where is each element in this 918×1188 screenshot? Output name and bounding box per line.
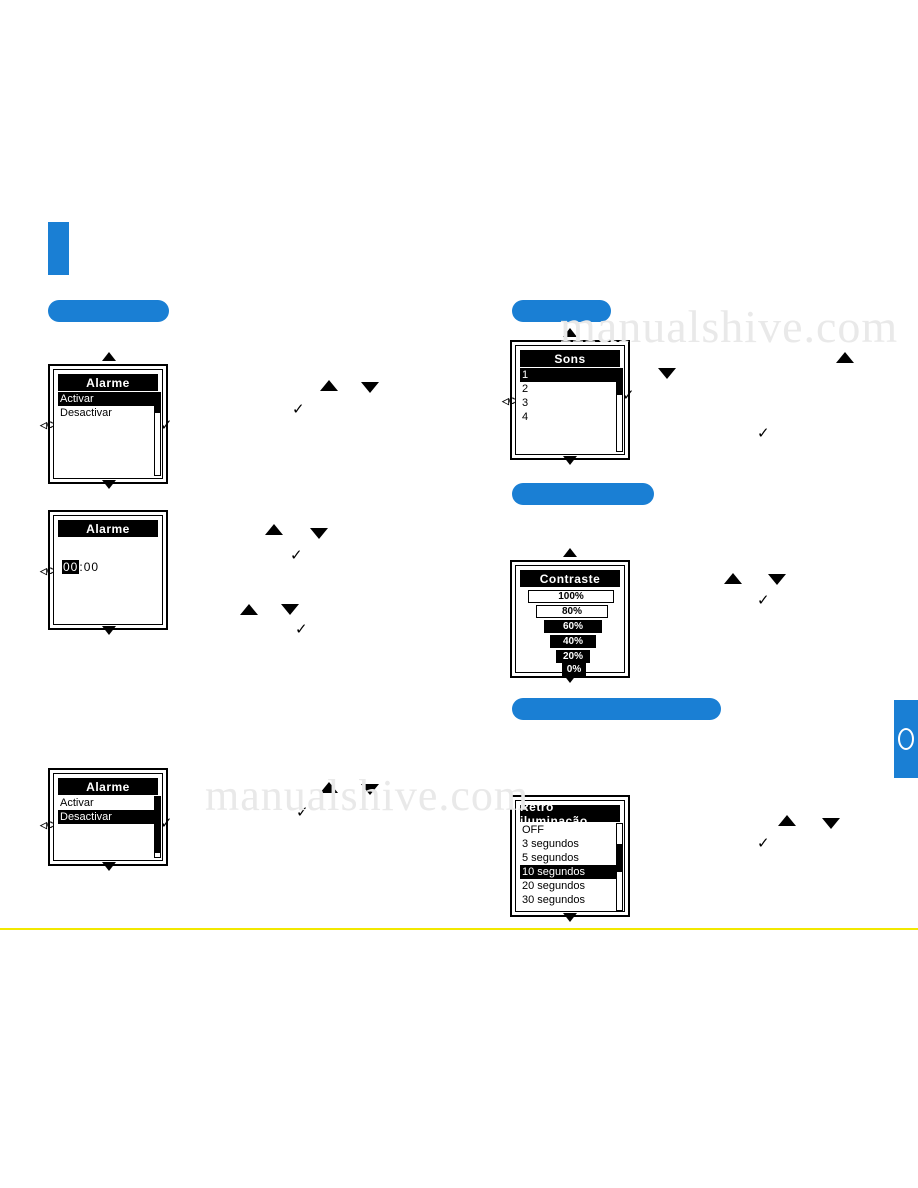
screen-list: 1 2 3 4 bbox=[520, 368, 620, 450]
screen-sounds-up-arrow bbox=[563, 328, 577, 337]
contrast-level[interactable]: 20% bbox=[556, 650, 590, 663]
screen-alarm-activate-down-arrow bbox=[102, 480, 116, 489]
check-icon-alarm-hours[interactable]: ✓ bbox=[290, 548, 303, 563]
screen-title: Alarme bbox=[58, 520, 158, 537]
screen-alarm-deactivate-down-arrow bbox=[102, 862, 116, 871]
screen-alarm-time-c-marker: ◁C bbox=[40, 566, 54, 576]
list-item[interactable]: 20 segundos bbox=[520, 879, 620, 893]
screen-alarm-activate-check-icon: ✓ bbox=[160, 417, 173, 434]
screen-sounds-check-icon: ✓ bbox=[622, 387, 635, 404]
button-up-alarm-minutes[interactable] bbox=[240, 604, 258, 615]
screen-list: OFF 3 segundos 5 segundos 10 segundos 20… bbox=[520, 823, 620, 907]
scrollbar-thumb[interactable] bbox=[617, 844, 622, 872]
section-chip-alarm bbox=[48, 300, 169, 322]
scrollbar-thumb[interactable] bbox=[155, 393, 160, 413]
screen-contrast-down-arrow bbox=[563, 674, 577, 683]
check-icon-alarm-minutes[interactable]: ✓ bbox=[295, 622, 308, 637]
screen-contrast: Contraste 100% 80% 60% 40% 20% 0% bbox=[510, 560, 630, 678]
button-down-backlight[interactable] bbox=[822, 818, 840, 829]
side-tab bbox=[894, 700, 918, 778]
screen-title: Retro iluminação bbox=[520, 800, 620, 828]
list-item[interactable]: 5 segundos bbox=[520, 851, 620, 865]
list-item[interactable]: 1 bbox=[520, 368, 620, 382]
screen-contrast-up-arrow bbox=[563, 548, 577, 557]
screen-alarm-time-down-arrow bbox=[102, 626, 116, 635]
screen-title: Alarme bbox=[58, 374, 158, 391]
button-down-sounds[interactable] bbox=[658, 368, 676, 379]
screen-scrollbar[interactable] bbox=[616, 368, 623, 452]
screen-sounds: Sons 1 2 3 4 bbox=[510, 340, 630, 460]
side-tab-circle-icon bbox=[898, 728, 914, 750]
list-item[interactable]: 2 bbox=[520, 382, 620, 396]
screen-title: Sons bbox=[520, 350, 620, 367]
button-up-alarm-activate[interactable] bbox=[320, 380, 338, 391]
screen-scrollbar[interactable] bbox=[154, 392, 161, 476]
section-chip-contrast bbox=[512, 483, 654, 505]
list-item[interactable]: Activar bbox=[58, 392, 158, 406]
screen-title: Alarme bbox=[58, 778, 158, 795]
alarm-time-value[interactable]: 00:00 bbox=[62, 560, 99, 574]
list-item[interactable]: Desactivar bbox=[58, 406, 158, 420]
section-chip-sounds bbox=[512, 300, 611, 322]
check-icon-sounds[interactable]: ✓ bbox=[757, 426, 770, 441]
button-up-alarm-hours[interactable] bbox=[265, 524, 283, 535]
screen-alarm-deactivate-check-icon: ✓ bbox=[160, 815, 173, 832]
list-item[interactable]: Desactivar bbox=[58, 810, 158, 824]
watermark-text-left: manualshive.com bbox=[205, 771, 530, 820]
button-down-alarm-deactivate[interactable] bbox=[361, 784, 379, 795]
screen-alarm-activate: Alarme Activar Desactivar bbox=[48, 364, 168, 484]
list-item[interactable]: OFF bbox=[520, 823, 620, 837]
list-item[interactable]: 10 segundos bbox=[520, 865, 620, 879]
check-icon-alarm-activate[interactable]: ✓ bbox=[292, 402, 305, 417]
screen-sounds-down-arrow bbox=[563, 456, 577, 465]
screen-alarm-activate-c-marker: ◁C bbox=[40, 420, 54, 430]
check-icon-contrast[interactable]: ✓ bbox=[757, 593, 770, 608]
list-item[interactable]: 3 bbox=[520, 396, 620, 410]
alarm-hours-field[interactable]: 00 bbox=[62, 560, 80, 574]
contrast-level[interactable]: 40% bbox=[550, 635, 596, 648]
screen-backlight: Retro iluminação OFF 3 segundos 5 segund… bbox=[510, 795, 630, 917]
button-up-contrast[interactable] bbox=[724, 573, 742, 584]
contrast-level[interactable]: 60% bbox=[544, 620, 602, 633]
section-chip-backlight bbox=[512, 698, 721, 720]
screen-title: Contraste bbox=[520, 570, 620, 587]
screen-list: Activar Desactivar bbox=[58, 392, 158, 474]
list-item[interactable]: 30 segundos bbox=[520, 893, 620, 907]
check-icon-backlight[interactable]: ✓ bbox=[757, 836, 770, 851]
button-down-alarm-hours[interactable] bbox=[310, 528, 328, 539]
button-up-backlight[interactable] bbox=[778, 815, 796, 826]
list-item[interactable]: 4 bbox=[520, 410, 620, 424]
document-page: manualshive.com manualshive.com Alarme A… bbox=[0, 0, 918, 1188]
screen-alarm-deactivate-c-marker: ◁C bbox=[40, 820, 54, 830]
screen-alarm-time: Alarme 00:00 bbox=[48, 510, 168, 630]
button-down-alarm-activate[interactable] bbox=[361, 382, 379, 393]
list-item[interactable]: 3 segundos bbox=[520, 837, 620, 851]
button-up-alarm-deactivate[interactable] bbox=[320, 782, 338, 793]
button-down-contrast[interactable] bbox=[768, 574, 786, 585]
contrast-level[interactable]: 80% bbox=[536, 605, 608, 618]
screen-backlight-down-arrow bbox=[563, 913, 577, 922]
footer-rule bbox=[0, 928, 918, 930]
screen-alarm-deactivate: Alarme Activar Desactivar bbox=[48, 768, 168, 866]
page-marker-bar bbox=[48, 222, 69, 275]
button-up-sounds[interactable] bbox=[836, 352, 854, 363]
check-icon-alarm-deactivate[interactable]: ✓ bbox=[296, 805, 309, 820]
screen-scrollbar[interactable] bbox=[616, 823, 623, 911]
screen-sounds-c-marker: ◁C bbox=[502, 396, 516, 406]
alarm-minutes-field[interactable]: 00 bbox=[84, 560, 99, 574]
contrast-level[interactable]: 100% bbox=[528, 590, 614, 603]
button-down-alarm-minutes[interactable] bbox=[281, 604, 299, 615]
screen-list: Activar Desactivar bbox=[58, 796, 158, 856]
screen-alarm-activate-up-arrow bbox=[102, 352, 116, 361]
list-item[interactable]: Activar bbox=[58, 796, 158, 810]
